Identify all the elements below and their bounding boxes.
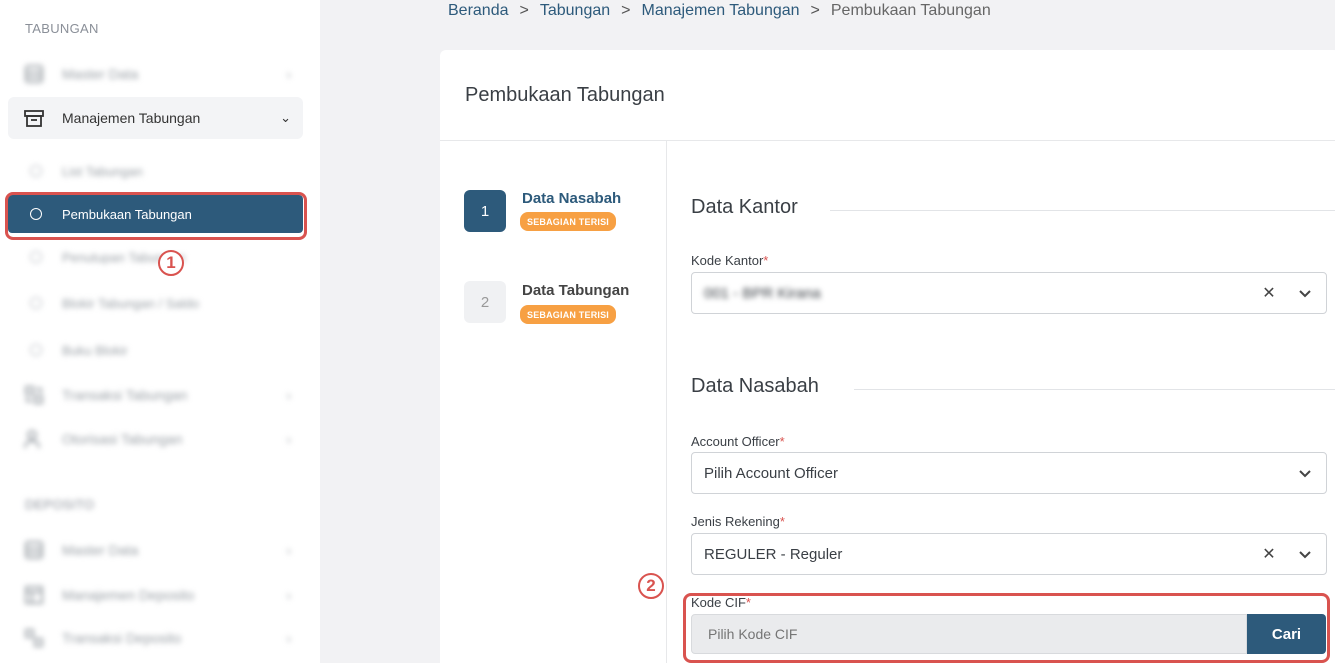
- kode-kantor-select[interactable]: 001 - BPR Kirana ✕: [691, 272, 1327, 314]
- database-icon: [22, 63, 46, 85]
- table-icon: [22, 584, 46, 606]
- clear-icon[interactable]: ✕: [1258, 544, 1280, 564]
- sidebar-sub-label: Buku Blokir: [62, 342, 128, 358]
- section-title-data-kantor: Data Kantor: [691, 196, 798, 218]
- sidebar-item-label: Transaksi Deposito: [62, 630, 182, 646]
- step-1-status-badge: SEBAGIAN TERISI: [520, 212, 617, 231]
- transfer-icon: [22, 627, 46, 649]
- breadcrumb: Beranda > Tabungan > Manajemen Tabungan …: [448, 2, 991, 20]
- sidebar-item-label: Transaksi Tabungan: [62, 387, 188, 403]
- highlight-box-1: [5, 192, 307, 240]
- chevron-down-icon[interactable]: [1294, 285, 1316, 301]
- user-check-icon: [22, 428, 46, 450]
- breadcrumb-tabungan[interactable]: Tabungan: [540, 2, 610, 20]
- required-mark: *: [779, 514, 785, 529]
- step-2-name[interactable]: Data Tabungan: [522, 282, 629, 299]
- chevron-right-icon: ›: [286, 431, 291, 447]
- breadcrumb-beranda[interactable]: Beranda: [448, 2, 509, 20]
- stepper: 1 Data Nasabah SEBAGIAN TERISI 2 Data Ta…: [440, 141, 667, 663]
- sidebar-item-manajemen-tabungan[interactable]: Manajemen Tabungan ⌄: [8, 97, 303, 139]
- chevron-right-icon: ›: [286, 387, 291, 403]
- clear-icon[interactable]: ✕: [1258, 283, 1280, 303]
- sidebar-section-tabungan: TABUNGAN: [25, 21, 99, 36]
- label-text: Account Officer: [691, 434, 780, 449]
- label-text: Kode Kantor: [691, 253, 764, 268]
- database-icon: [22, 539, 46, 561]
- step-2-status-badge: SEBAGIAN TERISI: [520, 305, 617, 324]
- chevron-down-icon: ⌄: [280, 110, 291, 125]
- sidebar-item-manajemen-deposito[interactable]: Manajemen Deposito ›: [8, 575, 303, 615]
- form-card: Pembukaan Tabungan 1 Data Nasabah SEBAGI…: [440, 50, 1335, 663]
- kode-kantor-value: 001 - BPR Kirana: [704, 284, 821, 302]
- annotation-marker-1: 1: [158, 250, 184, 276]
- sidebar-item-label: Master Data: [62, 66, 139, 82]
- account-officer-value: Pilih Account Officer: [704, 464, 838, 482]
- sidebar-item-transaksi-tabungan[interactable]: Transaksi Tabungan ›: [8, 375, 303, 415]
- circle-icon: [30, 251, 42, 263]
- sidebar-section-deposito: DEPOSITO: [25, 497, 95, 512]
- sidebar-sub-buku-blokir[interactable]: Buku Blokir: [8, 330, 303, 370]
- card-header: Pembukaan Tabungan: [440, 50, 1335, 141]
- breadcrumb-separator: >: [810, 2, 820, 19]
- circle-icon: [30, 165, 42, 177]
- sidebar-sub-list-tabungan[interactable]: List Tabungan: [8, 151, 303, 191]
- account-officer-select[interactable]: Pilih Account Officer: [691, 452, 1327, 494]
- jenis-rekening-value: REGULER - Reguler: [704, 545, 843, 563]
- sidebar-item-label: Manajemen Tabungan: [62, 110, 201, 126]
- section-title-data-nasabah: Data Nasabah: [691, 375, 819, 397]
- sidebar-item-label: Manajemen Deposito: [62, 587, 195, 603]
- page-title: Pembukaan Tabungan: [465, 84, 665, 106]
- sidebar-item-master-data[interactable]: Master Data ›: [8, 54, 303, 94]
- sidebar-sub-label: List Tabungan: [62, 163, 143, 179]
- chevron-down-icon[interactable]: [1294, 465, 1316, 481]
- sidebar-item-deposito-master-data[interactable]: Master Data ›: [8, 530, 303, 570]
- section-divider: [830, 210, 1335, 211]
- required-mark: *: [763, 253, 769, 268]
- step-2-number[interactable]: 2: [464, 281, 506, 323]
- chevron-right-icon: ›: [286, 587, 291, 603]
- label-text: Jenis Rekening: [691, 514, 780, 529]
- step-1-name[interactable]: Data Nasabah: [522, 190, 621, 207]
- sidebar-item-label: Otorisasi Tabungan: [62, 431, 183, 447]
- sidebar-sub-label: Blokir Tabungan / Saldo: [62, 295, 200, 311]
- sidebar-sub-blokir-tabungan[interactable]: Blokir Tabungan / Saldo: [8, 283, 303, 323]
- sidebar-item-otorisasi-tabungan[interactable]: Otorisasi Tabungan ›: [8, 419, 303, 459]
- chevron-down-icon[interactable]: [1294, 546, 1316, 562]
- jenis-rekening-label: Jenis Rekening*: [691, 514, 785, 529]
- breadcrumb-manajemen-tabungan[interactable]: Manajemen Tabungan: [641, 2, 799, 20]
- breadcrumb-current: Pembukaan Tabungan: [830, 2, 991, 19]
- sidebar-sub-penutupan-tabungan[interactable]: Penutupan Tabungan: [8, 237, 303, 277]
- chevron-right-icon: ›: [286, 542, 291, 558]
- chevron-right-icon: ›: [286, 66, 291, 82]
- section-divider: [854, 389, 1335, 390]
- jenis-rekening-select[interactable]: REGULER - Reguler ✕: [691, 533, 1327, 575]
- sidebar-item-label: Master Data: [62, 542, 139, 558]
- chevron-right-icon: ›: [286, 630, 291, 646]
- breadcrumb-separator: >: [621, 2, 631, 19]
- archive-icon: [22, 107, 46, 129]
- sidebar-item-transaksi-deposito[interactable]: Transaksi Deposito ›: [8, 618, 303, 658]
- sidebar: TABUNGAN Master Data › Manajemen Tabunga…: [0, 0, 320, 663]
- step-1-number[interactable]: 1: [464, 190, 506, 232]
- annotation-marker-2: 2: [638, 573, 664, 599]
- highlight-box-2: [683, 593, 1330, 663]
- transfer-icon: [22, 384, 46, 406]
- account-officer-label: Account Officer*: [691, 434, 785, 449]
- breadcrumb-separator: >: [519, 2, 529, 19]
- circle-icon: [30, 297, 42, 309]
- kode-kantor-label: Kode Kantor*: [691, 253, 768, 268]
- circle-icon: [30, 344, 42, 356]
- required-mark: *: [779, 434, 785, 449]
